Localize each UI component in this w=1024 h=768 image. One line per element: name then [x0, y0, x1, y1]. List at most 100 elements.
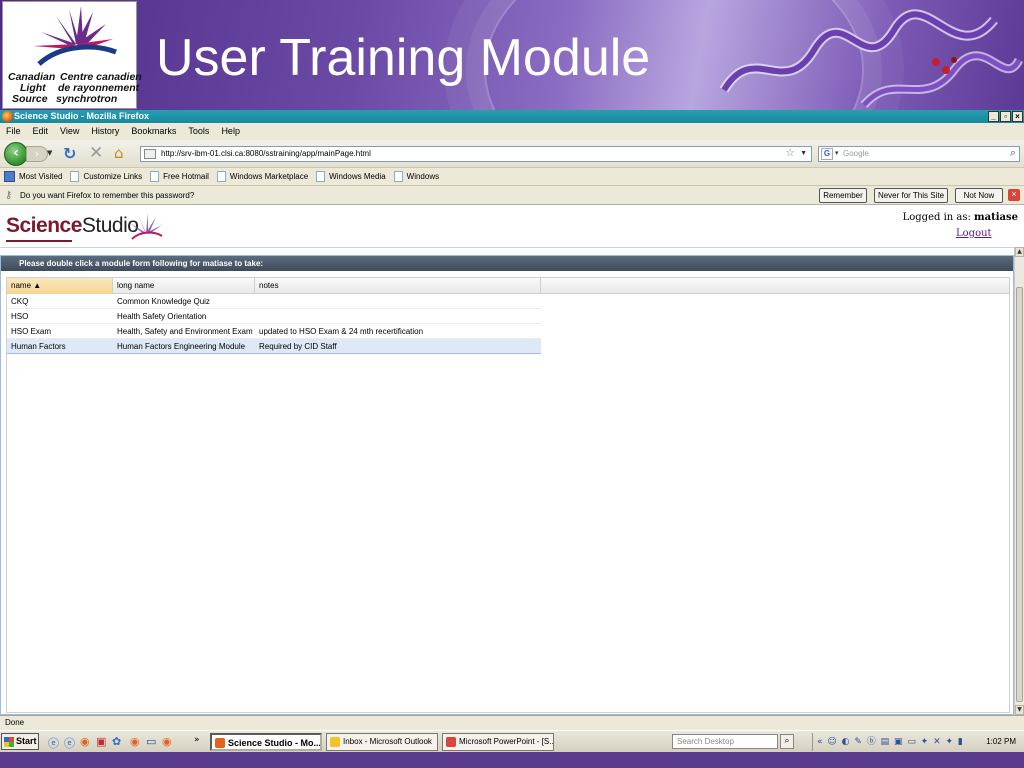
logo-underline — [6, 240, 72, 242]
quicklaunch-browser-icon[interactable]: ⓔ — [64, 735, 75, 751]
scroll-down-icon[interactable]: ▼ — [1015, 705, 1024, 715]
desktop-search-icon[interactable]: ⌕ — [780, 734, 794, 749]
task-label: Science Studio - Mo... — [228, 738, 322, 748]
url-dropdown-icon[interactable]: ▼ — [800, 147, 807, 161]
cls-logo: Canadian Light Source Centre canadien de… — [2, 1, 142, 109]
home-icon[interactable]: ⌂ — [114, 144, 124, 162]
menu-view[interactable]: View — [60, 123, 79, 140]
menu-history[interactable]: History — [91, 123, 119, 140]
windows-flag-icon — [4, 737, 14, 747]
page-icon — [216, 171, 226, 182]
table-row[interactable]: HSO Exam Health, Safety and Environment … — [7, 324, 541, 339]
menu-bookmarks[interactable]: Bookmarks — [131, 123, 176, 140]
bookmark-windows-media[interactable]: Windows Media — [316, 168, 386, 185]
not-now-button[interactable]: Not Now — [955, 188, 1003, 203]
protein-illustration — [719, 9, 1024, 109]
history-dropdown-icon[interactable]: ▼ — [47, 149, 52, 157]
page-icon — [316, 171, 326, 182]
windows-taskbar: Start ⓔ ⓔ ◉ ▣ ✿ ◉ ▭ ◉ » Science Studio -… — [0, 730, 1024, 752]
close-button[interactable]: × — [1012, 111, 1023, 122]
column-header-notes[interactable]: notes — [255, 278, 541, 294]
science-studio-flower-icon — [130, 213, 163, 240]
slide-banner: Canadian Light Source Centre canadien de… — [0, 0, 1024, 110]
window-controls: _ ▫ × — [988, 111, 1023, 122]
bookmarks-toolbar: Most Visited Customize Links Free Hotmai… — [0, 168, 1024, 186]
cell-name: CKQ — [11, 297, 29, 306]
start-label: Start — [16, 736, 37, 746]
table-row-selected[interactable]: Human Factors Human Factors Engineering … — [7, 339, 541, 354]
tray-icons[interactable]: « ☺ ◐ ✎ ⓑ ▤ ▣ ▭ ✦ ✕ ✦ ▮ — [817, 737, 964, 747]
logged-in-user: matiase — [974, 212, 1018, 223]
task-science-studio[interactable]: Science Studio - Mo... — [210, 733, 322, 751]
desktop-search-input[interactable]: Search Desktop — [672, 734, 778, 749]
table-row[interactable]: CKQ Common Knowledge Quiz — [7, 294, 541, 309]
url-bar[interactable]: http://srv-ibm-01.clsi.ca:8080/sstrainin… — [140, 146, 812, 162]
page-icon — [70, 171, 80, 182]
quicklaunch-messenger-icon[interactable]: ✿ — [112, 735, 121, 748]
quicklaunch-firefox-icon[interactable]: ◉ — [80, 735, 90, 748]
window-titlebar[interactable]: Science Studio - Mozilla Firefox _ ▫ × — [0, 110, 1024, 123]
forward-button[interactable]: › — [26, 146, 48, 162]
status-bar: Done — [0, 715, 1024, 730]
menu-help[interactable]: Help — [221, 123, 240, 140]
quicklaunch-ie-icon[interactable]: ⓔ — [48, 735, 59, 751]
column-header-name[interactable]: name ▲ — [7, 278, 113, 294]
cls-logo-icon — [33, 6, 117, 66]
logo-text-synchrotron: synchrotron — [56, 93, 118, 105]
bookmark-most-visited[interactable]: Most Visited — [4, 168, 62, 185]
search-bar[interactable]: G ▾ Google ⌕ — [818, 146, 1020, 162]
scrollbar-thumb[interactable] — [1016, 287, 1023, 702]
bookmark-star-icon[interactable]: ☆ — [785, 146, 795, 160]
bookmark-label: Most Visited — [19, 171, 63, 181]
cell-notes: updated to HSO Exam & 24 mth recertifica… — [259, 327, 424, 336]
quicklaunch-desktop-icon[interactable]: ▭ — [146, 735, 156, 748]
bookmark-windows[interactable]: Windows — [393, 168, 439, 185]
key-icon: ⚷ — [5, 190, 13, 201]
cell-notes: Required by CID Staff — [259, 342, 337, 351]
science-studio-logo: ScienceStudio — [6, 214, 139, 242]
logged-in-status: Logged in as: matiase — [903, 212, 1018, 223]
clock[interactable]: 1:02 PM — [986, 733, 1016, 751]
quicklaunch-more-icon[interactable]: » — [194, 735, 200, 745]
bookmark-customize-links[interactable]: Customize Links — [70, 168, 142, 185]
vertical-scrollbar[interactable]: ▲ ▼ — [1014, 247, 1024, 715]
maximize-button[interactable]: ▫ — [1000, 111, 1011, 122]
quicklaunch-pdf-icon[interactable]: ▣ — [96, 735, 106, 748]
scroll-up-icon[interactable]: ▲ — [1015, 247, 1024, 257]
logo-text-source: Source — [12, 93, 48, 105]
column-header-long-name[interactable]: long name — [113, 278, 255, 294]
menu-tools[interactable]: Tools — [188, 123, 209, 140]
minimize-button[interactable]: _ — [988, 111, 999, 122]
cell-name: HSO Exam — [11, 327, 52, 336]
bookmark-windows-marketplace[interactable]: Windows Marketplace — [216, 168, 308, 185]
firefox-icon — [215, 738, 225, 748]
menu-file[interactable]: File — [6, 123, 21, 140]
logout-link[interactable]: Logout — [956, 228, 992, 239]
back-button[interactable]: ‹ — [4, 142, 28, 166]
bookmark-free-hotmail[interactable]: Free Hotmail — [150, 168, 209, 185]
start-button[interactable]: Start — [1, 733, 39, 750]
menu-edit[interactable]: Edit — [33, 123, 49, 140]
never-for-this-site-button[interactable]: Never for This Site — [874, 188, 948, 203]
search-icon[interactable]: ⌕ — [1010, 146, 1016, 160]
logged-in-label: Logged in as: — [902, 212, 971, 223]
task-powerpoint[interactable]: Microsoft PowerPoint - [S... — [442, 733, 554, 751]
window-title: Science Studio - Mozilla Firefox — [14, 111, 150, 121]
close-notification-icon[interactable]: × — [1008, 189, 1020, 201]
reload-icon[interactable]: ↻ — [63, 144, 76, 163]
stop-icon[interactable]: ✕ — [89, 143, 103, 163]
quicklaunch-app-icon[interactable]: ◉ — [130, 735, 140, 748]
google-engine-icon[interactable]: G — [821, 148, 833, 160]
table-row[interactable]: HSO Health Safety Orientation — [7, 309, 541, 324]
task-outlook-inbox[interactable]: Inbox - Microsoft Outlook — [326, 733, 438, 751]
url-text: http://srv-ibm-01.clsi.ca:8080/sstrainin… — [161, 149, 371, 158]
logo-science-text: Science — [6, 214, 82, 237]
quicklaunch-firefox2-icon[interactable]: ◉ — [162, 735, 172, 748]
engine-dropdown-icon[interactable]: ▾ — [835, 147, 839, 161]
header-divider — [0, 247, 1014, 248]
cell-long-name: Health, Safety and Environment Exam — [117, 327, 253, 336]
cell-name: Human Factors — [11, 342, 66, 351]
most-visited-icon — [4, 171, 15, 182]
remember-button[interactable]: Remember — [819, 188, 867, 203]
module-grid: name ▲ long name notes CKQ Common Knowle… — [6, 277, 1010, 713]
